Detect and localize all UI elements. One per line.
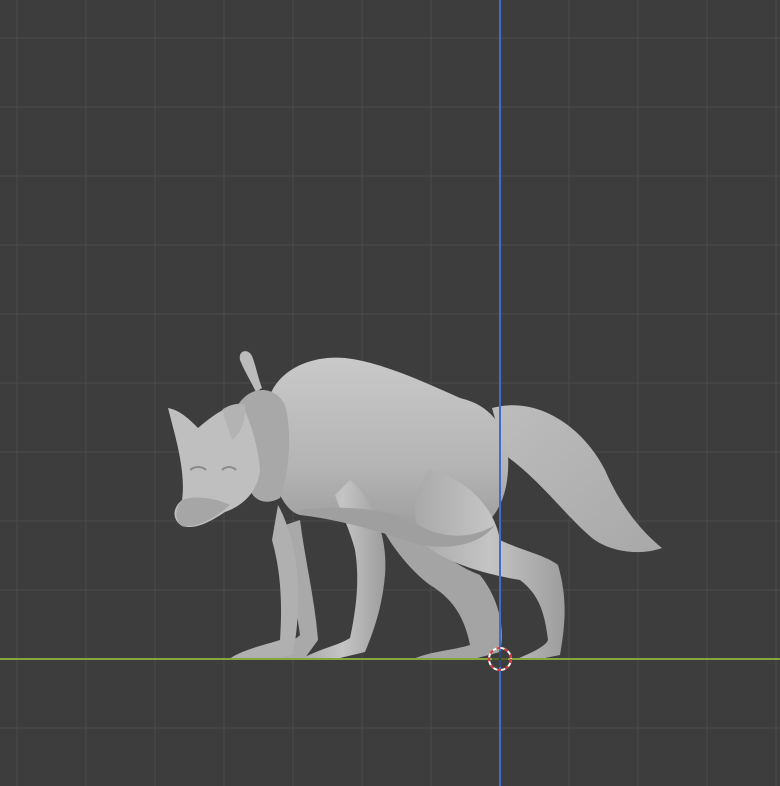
3d-viewport[interactable] — [0, 0, 780, 786]
3d-cursor-icon[interactable] — [488, 647, 512, 671]
axes-overlay — [0, 0, 780, 786]
